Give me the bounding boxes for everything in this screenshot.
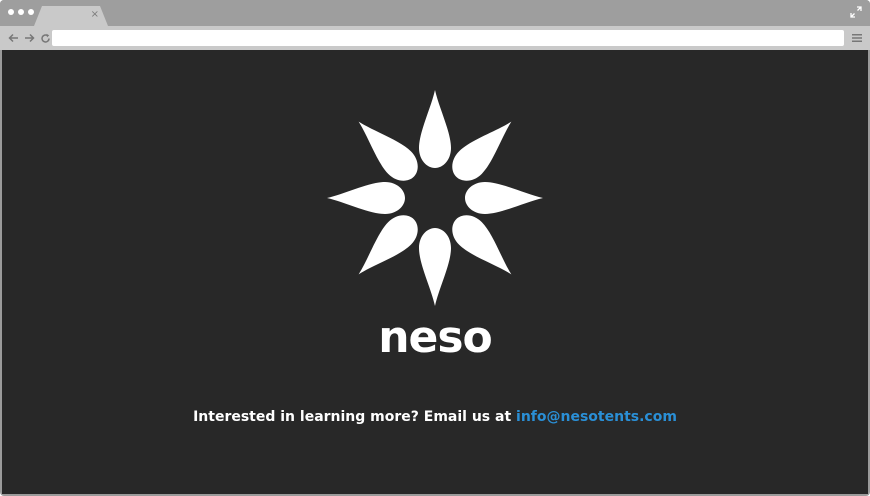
- window-dot[interactable]: [28, 9, 34, 15]
- browser-tab[interactable]: ×: [34, 6, 108, 26]
- brand-name: neso: [378, 312, 493, 363]
- email-link[interactable]: info@nesotents.com: [516, 409, 677, 425]
- sunburst-flower-icon: [327, 90, 543, 306]
- browser-titlebar: ×: [0, 0, 870, 26]
- contact-line: Interested in learning more? Email us at…: [2, 408, 868, 426]
- close-tab-icon[interactable]: ×: [91, 10, 99, 20]
- browser-toolbar: [0, 26, 870, 50]
- window-dot[interactable]: [8, 9, 14, 15]
- address-bar[interactable]: [52, 30, 844, 46]
- page-content: neso Interested in learning more? Email …: [2, 50, 868, 494]
- logo-petal: [419, 90, 451, 168]
- forward-arrow-icon[interactable]: [22, 30, 36, 46]
- navigation-controls: [6, 30, 52, 46]
- menu-icon[interactable]: [852, 33, 862, 43]
- contact-text: Interested in learning more? Email us at: [193, 409, 512, 425]
- reload-icon[interactable]: [38, 30, 52, 46]
- back-arrow-icon[interactable]: [6, 30, 20, 46]
- window-dot[interactable]: [18, 9, 24, 15]
- expand-icon[interactable]: [850, 6, 862, 18]
- browser-window: × neso Interested in learning more? Emai…: [0, 0, 870, 496]
- window-dots-icon[interactable]: [8, 9, 34, 15]
